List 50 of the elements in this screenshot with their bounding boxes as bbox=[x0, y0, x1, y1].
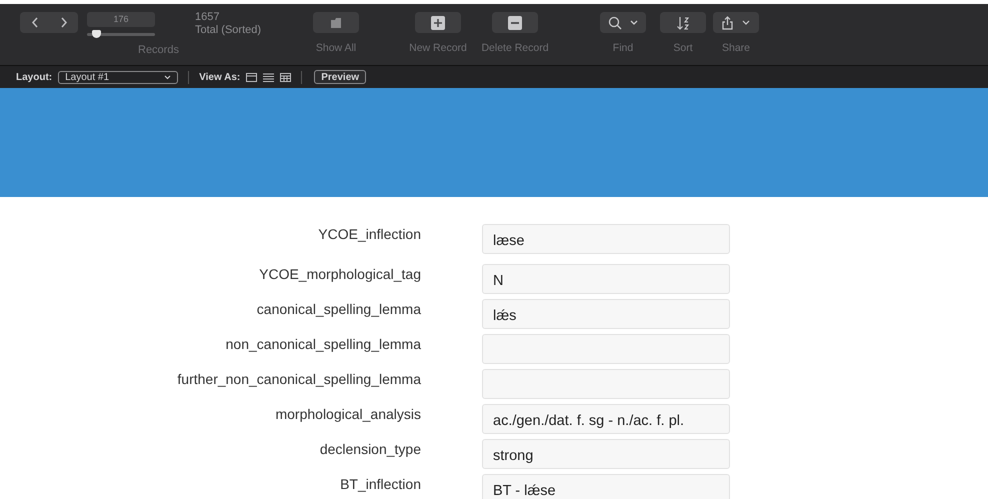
previous-icon bbox=[30, 17, 38, 28]
toolbar-label: Find bbox=[612, 42, 634, 54]
toolbar-button[interactable] bbox=[313, 12, 359, 33]
chevron-icon bbox=[164, 74, 172, 80]
search-icon bbox=[608, 16, 638, 30]
toolbar-button[interactable] bbox=[492, 12, 538, 33]
input-field[interactable]: BT - lǽse bbox=[482, 474, 730, 499]
input-field[interactable]: lǽs bbox=[482, 299, 730, 329]
record-slider[interactable] bbox=[87, 33, 155, 36]
field-label: BT_inflection bbox=[339, 475, 421, 494]
input-field[interactable]: strong bbox=[482, 439, 730, 469]
field-label: non_canonical_spelling_lemma bbox=[224, 335, 421, 354]
preview-button[interactable]: Preview bbox=[314, 70, 366, 84]
minus-icon bbox=[508, 16, 522, 30]
plus-icon bbox=[431, 16, 445, 30]
toolbar-label: Show All bbox=[316, 42, 356, 54]
record-nav-buttons[interactable] bbox=[20, 12, 78, 33]
slider-thumb[interactable] bbox=[92, 30, 101, 38]
toolbar-button[interactable] bbox=[415, 12, 461, 33]
field-label: canonical_spelling_lemma bbox=[256, 300, 421, 319]
page-icon bbox=[329, 16, 343, 30]
toolbar-label: New Record bbox=[409, 42, 467, 54]
field-label: YCOE_morphological_tag bbox=[258, 265, 421, 284]
form-view-icon[interactable] bbox=[246, 72, 258, 82]
input-field[interactable] bbox=[482, 369, 730, 399]
toolbar-button[interactable] bbox=[660, 12, 706, 33]
toolbar-label: Delete Record bbox=[481, 42, 549, 54]
toolbar-button[interactable] bbox=[600, 12, 646, 33]
records-label: Records bbox=[138, 44, 179, 56]
sort-icon bbox=[676, 16, 690, 30]
table-view-icon[interactable] bbox=[280, 72, 292, 82]
layout-label: Layout: bbox=[16, 72, 52, 82]
toolbar-label: Share bbox=[722, 42, 750, 54]
field-label: declension_type bbox=[318, 440, 421, 459]
view-as-label: View As: bbox=[199, 72, 240, 82]
next-icon bbox=[60, 17, 68, 28]
input-field[interactable]: læse bbox=[482, 224, 730, 254]
field-label: morphological_analysis bbox=[274, 405, 421, 424]
toolbar-button[interactable] bbox=[713, 12, 759, 33]
input-field[interactable]: ac./gen./dat. f. sg - n./ac. f. pl. bbox=[482, 404, 730, 434]
found-status: Total (Sorted) bbox=[195, 24, 262, 37]
input-field[interactable] bbox=[482, 334, 730, 364]
list-view-icon[interactable] bbox=[263, 72, 274, 82]
share-icon bbox=[721, 16, 751, 30]
field-label: YCOE_inflection bbox=[317, 225, 421, 244]
field-label: further_non_canonical_spelling_lemma bbox=[176, 370, 421, 389]
found-count: 1657 bbox=[195, 11, 220, 24]
input-field[interactable]: N bbox=[482, 264, 730, 294]
toolbar-label: Sort bbox=[673, 42, 693, 54]
layout-dropdown[interactable]: Layout #1 bbox=[58, 70, 178, 84]
